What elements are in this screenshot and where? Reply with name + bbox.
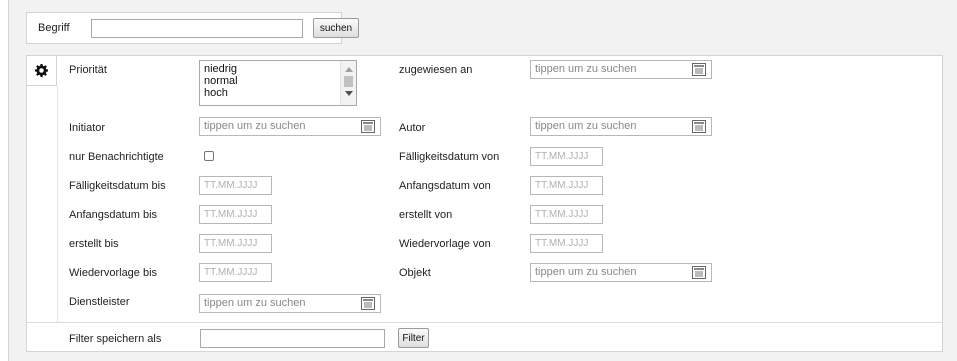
service-provider-label: Dienstleister	[69, 296, 130, 308]
assigned-to-label: zugewiesen an	[399, 64, 473, 76]
resubmit-to-placeholder: TT.MM.JJJJ	[204, 267, 258, 278]
list-picker-icon[interactable]	[692, 63, 706, 76]
scroll-thumb[interactable]	[344, 76, 353, 87]
assigned-to-placeholder: tippen um zu suchen	[535, 63, 637, 75]
assigned-to-field[interactable]: tippen um zu suchen	[530, 60, 712, 79]
service-provider-placeholder: tippen um zu suchen	[204, 297, 306, 309]
start-to-placeholder: TT.MM.JJJJ	[204, 209, 258, 220]
initiator-placeholder: tippen um zu suchen	[204, 120, 306, 132]
created-from-field[interactable]: TT.MM.JJJJ	[530, 205, 603, 224]
search-term-label: Begriff	[38, 22, 70, 34]
priority-label: Priorität	[69, 64, 107, 76]
divider	[57, 86, 58, 322]
due-from-field[interactable]: TT.MM.JJJJ	[530, 147, 603, 166]
start-from-field[interactable]: TT.MM.JJJJ	[530, 176, 603, 195]
listbox-scrollbar[interactable]	[340, 61, 356, 105]
initiator-label: Initiator	[69, 122, 106, 134]
service-provider-field[interactable]: tippen um zu suchen	[199, 294, 381, 313]
save-filter-input[interactable]	[200, 329, 385, 348]
notified-only-label: nur Benachrichtigte	[69, 151, 164, 163]
filter-panel: Priorität niedrig normal hoch zugewiesen…	[26, 55, 943, 352]
start-from-label: Anfangsdatum von	[399, 180, 491, 192]
priority-listbox[interactable]: niedrig normal hoch	[199, 60, 357, 106]
left-border	[0, 0, 9, 361]
resubmit-from-field[interactable]: TT.MM.JJJJ	[530, 234, 603, 253]
footer-divider	[27, 322, 942, 323]
start-to-label: Anfangsdatum bis	[69, 209, 158, 221]
settings-button[interactable]	[27, 56, 57, 86]
due-to-label: Fälligkeitsdatum bis	[69, 180, 166, 192]
object-label: Objekt	[399, 267, 431, 279]
created-from-placeholder: TT.MM.JJJJ	[535, 209, 589, 220]
created-to-placeholder: TT.MM.JJJJ	[204, 238, 258, 249]
list-picker-icon[interactable]	[361, 120, 375, 133]
object-field[interactable]: tippen um zu suchen	[530, 263, 712, 282]
object-placeholder: tippen um zu suchen	[535, 266, 637, 278]
resubmit-from-placeholder: TT.MM.JJJJ	[535, 238, 589, 249]
search-term-input[interactable]	[91, 19, 303, 38]
search-bar: Begriff suchen	[26, 12, 359, 44]
list-picker-icon[interactable]	[692, 266, 706, 279]
gear-icon	[35, 64, 48, 77]
list-picker-icon[interactable]	[692, 120, 706, 133]
search-button[interactable]: suchen	[313, 18, 359, 38]
resubmit-from-label: Wiedervorlage von	[399, 238, 491, 250]
due-from-placeholder: TT.MM.JJJJ	[535, 151, 589, 162]
list-picker-icon[interactable]	[361, 297, 375, 310]
notified-only-checkbox[interactable]	[204, 151, 214, 161]
author-field[interactable]: tippen um zu suchen	[530, 117, 712, 136]
resubmit-to-field[interactable]: TT.MM.JJJJ	[199, 263, 272, 282]
due-to-placeholder: TT.MM.JJJJ	[204, 180, 258, 191]
scroll-down-icon[interactable]	[345, 91, 353, 96]
created-from-label: erstellt von	[399, 209, 453, 221]
start-to-field[interactable]: TT.MM.JJJJ	[199, 205, 272, 224]
resubmit-to-label: Wiedervorlage bis	[69, 267, 158, 279]
priority-option[interactable]: niedrig	[204, 63, 237, 75]
priority-option[interactable]: normal	[204, 75, 238, 87]
due-from-label: Fälligkeitsdatum von	[399, 151, 500, 163]
author-placeholder: tippen um zu suchen	[535, 120, 637, 132]
created-to-field[interactable]: TT.MM.JJJJ	[199, 234, 272, 253]
priority-option[interactable]: hoch	[204, 87, 228, 99]
due-to-field[interactable]: TT.MM.JJJJ	[199, 176, 272, 195]
created-to-label: erstellt bis	[69, 238, 119, 250]
initiator-field[interactable]: tippen um zu suchen	[199, 117, 381, 136]
scroll-up-icon[interactable]	[345, 67, 353, 72]
filter-button[interactable]: Filter	[398, 328, 429, 348]
save-filter-label: Filter speichern als	[69, 333, 162, 345]
author-label: Autor	[399, 122, 426, 134]
start-from-placeholder: TT.MM.JJJJ	[535, 180, 589, 191]
